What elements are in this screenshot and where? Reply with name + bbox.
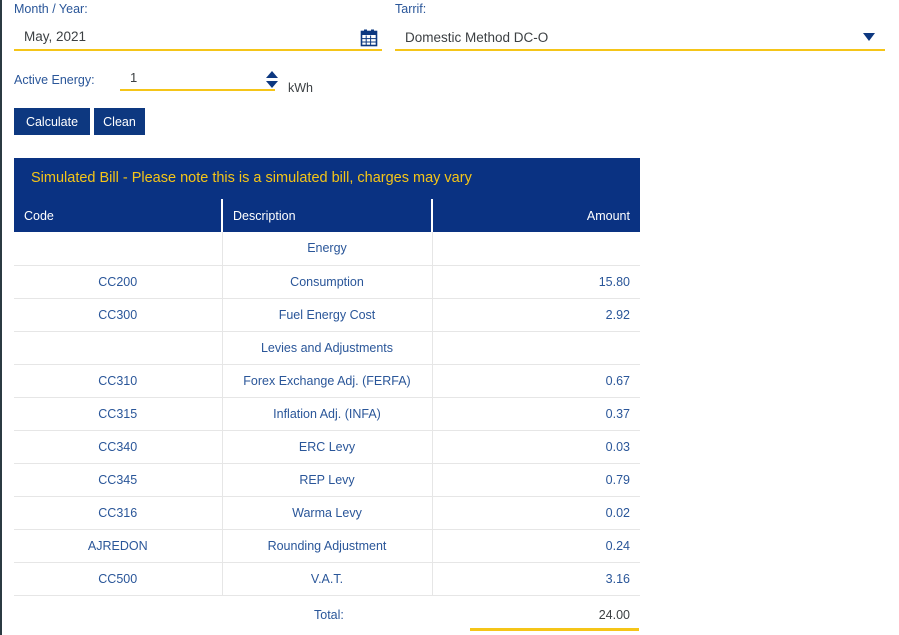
cell-amount: 2.92 xyxy=(432,298,640,332)
cell-description: Levies and Adjustments xyxy=(222,331,433,365)
active-energy-unit: kWh xyxy=(288,81,313,95)
table-row: CC500 V.A.T. 3.16 xyxy=(14,562,640,596)
month-year-input[interactable] xyxy=(14,29,382,51)
cell-description: Inflation Adj. (INFA) xyxy=(222,397,433,431)
cell-code: CC500 xyxy=(14,562,223,596)
calculate-button[interactable]: Calculate xyxy=(14,108,90,135)
cell-amount: 15.80 xyxy=(432,265,640,299)
active-energy-label: Active Energy: xyxy=(14,73,95,87)
cell-code: AJREDON xyxy=(14,529,223,563)
table-row: Energy xyxy=(14,232,640,266)
cell-description: Fuel Energy Cost xyxy=(222,298,433,332)
tarrif-selected-value: Domestic Method DC-O xyxy=(405,30,549,45)
cell-amount: 0.79 xyxy=(432,463,640,497)
bill-total-row: Total: 24.00 xyxy=(14,596,640,635)
active-energy-input[interactable] xyxy=(120,70,275,91)
active-energy-stepper[interactable] xyxy=(266,68,280,92)
cell-code: CC345 xyxy=(14,463,223,497)
table-row: CC300 Fuel Energy Cost 2.92 xyxy=(14,298,640,332)
caret-up-icon[interactable] xyxy=(266,71,278,78)
cell-description: Rounding Adjustment xyxy=(222,529,433,563)
cell-code: CC310 xyxy=(14,364,223,398)
table-row: CC345 REP Levy 0.79 xyxy=(14,463,640,497)
cell-amount: 3.16 xyxy=(432,562,640,596)
cell-description: ERC Levy xyxy=(222,430,433,464)
total-label: Total: xyxy=(314,607,344,622)
cell-amount: 0.67 xyxy=(432,364,640,398)
cell-description: Forex Exchange Adj. (FERFA) xyxy=(222,364,433,398)
cell-description: V.A.T. xyxy=(222,562,433,596)
column-header-code: Code xyxy=(14,199,223,232)
calendar-icon[interactable] xyxy=(359,28,379,48)
table-row: CC316 Warma Levy 0.02 xyxy=(14,496,640,530)
column-header-amount: Amount xyxy=(432,199,640,232)
cell-amount xyxy=(432,331,640,365)
month-year-label: Month / Year: xyxy=(14,2,88,16)
cell-code: CC316 xyxy=(14,496,223,530)
table-row: AJREDON Rounding Adjustment 0.24 xyxy=(14,529,640,563)
bill-table: Code Description Amount Energy CC200 Consu… xyxy=(14,199,640,596)
table-row: CC340 ERC Levy 0.03 xyxy=(14,430,640,464)
cell-code xyxy=(14,331,223,365)
table-row: CC310 Forex Exchange Adj. (FERFA) 0.67 xyxy=(14,364,640,398)
cell-code: CC340 xyxy=(14,430,223,464)
cell-amount xyxy=(432,232,640,266)
cell-description: REP Levy xyxy=(222,463,433,497)
bill-table-body: Energy CC200 Consumption 15.80 CC300 Fuel Ene… xyxy=(14,232,640,596)
caret-down-icon[interactable] xyxy=(266,81,278,88)
chevron-down-icon[interactable] xyxy=(863,33,875,41)
cell-amount: 0.02 xyxy=(432,496,640,530)
tarrif-select[interactable]: Domestic Method DC-O xyxy=(395,29,885,51)
bill-title: Simulated Bill - Please note this is a s… xyxy=(14,158,640,199)
cell-amount: 0.03 xyxy=(432,430,640,464)
table-row: CC315 Inflation Adj. (INFA) 0.37 xyxy=(14,397,640,431)
cell-description: Consumption xyxy=(222,265,433,299)
table-header-row: Code Description Amount xyxy=(14,199,640,232)
cell-code xyxy=(14,232,223,266)
cell-description: Energy xyxy=(222,232,433,266)
column-header-description: Description xyxy=(222,199,433,232)
cell-amount: 0.24 xyxy=(432,529,640,563)
simulated-bill-panel: Simulated Bill - Please note this is a s… xyxy=(14,158,640,635)
cell-description: Warma Levy xyxy=(222,496,433,530)
table-row: CC200 Consumption 15.80 xyxy=(14,265,640,299)
tarrif-label: Tarrif: xyxy=(395,2,427,16)
cell-code: CC200 xyxy=(14,265,223,299)
table-row: Levies and Adjustments xyxy=(14,331,640,365)
total-amount: 24.00 xyxy=(470,608,639,631)
clean-button[interactable]: Clean xyxy=(94,108,145,135)
simulated-bill-page: Month / Year: Tarrif: Domestic Method DC… xyxy=(0,0,899,635)
cell-code: CC300 xyxy=(14,298,223,332)
cell-code: CC315 xyxy=(14,397,223,431)
cell-amount: 0.37 xyxy=(432,397,640,431)
